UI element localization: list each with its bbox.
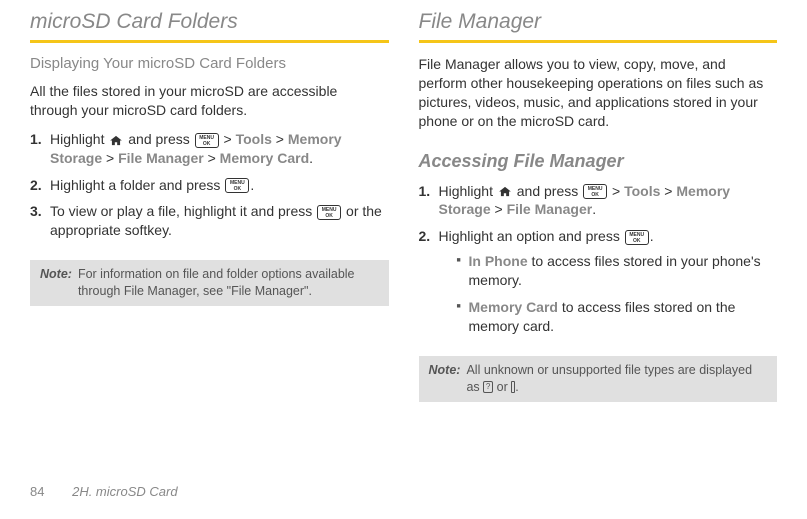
steps-list-left: 1. Highlight and press MENUOK > Tools > … [30, 130, 389, 248]
option-memory-card: Memory Card to access files stored on th… [457, 298, 778, 336]
step-text: > [664, 183, 676, 199]
footer-section: 2H. microSD Card [72, 484, 177, 499]
note-text: All unknown or unsupported file types ar… [466, 362, 767, 396]
note-label: Note: [40, 266, 78, 300]
step-text: . [309, 150, 313, 166]
menu-path-memory-card: Memory Card [220, 150, 309, 166]
divider-rule [30, 40, 389, 43]
right-column: File Manager File Manager allows you to … [419, 10, 778, 484]
menu-ok-icon: MENUOK [225, 178, 249, 193]
step-1: 1. Highlight and press MENUOK > Tools > … [435, 182, 778, 220]
unsupported-file-icon [511, 381, 515, 393]
step-text: Highlight an option and press [439, 228, 624, 244]
menu-ok-icon: MENUOK [625, 230, 649, 245]
page-number: 84 [30, 484, 44, 499]
intro-text: All the files stored in your microSD are… [30, 82, 389, 120]
section-title-microsd: microSD Card Folders [30, 10, 389, 34]
menu-ok-icon: MENUOK [195, 133, 219, 148]
step-1: 1. Highlight and press MENUOK > Tools > … [46, 130, 389, 168]
unknown-file-icon: ? [483, 381, 493, 393]
step-text: . [250, 177, 254, 193]
note-box: Note: For information on file and folder… [30, 260, 389, 306]
menu-ok-icon: MENUOK [583, 184, 607, 199]
divider-rule [419, 40, 778, 43]
note-box: Note: All unknown or unsupported file ty… [419, 356, 778, 402]
option-label: In Phone [469, 253, 528, 269]
note-label: Note: [429, 362, 467, 396]
step-text: and press [517, 183, 582, 199]
step-text: . [592, 201, 596, 217]
menu-ok-icon: MENUOK [317, 205, 341, 220]
step-text: > [495, 201, 507, 217]
step-text: > [224, 131, 236, 147]
step-text: To view or play a file, highlight it and… [50, 203, 316, 219]
step-text: Highlight [50, 131, 108, 147]
steps-list-right: 1. Highlight and press MENUOK > Tools > … [419, 182, 778, 344]
section-title-file-manager: File Manager [419, 10, 778, 34]
step-text: Highlight a folder and press [50, 177, 224, 193]
step-text: > [276, 131, 288, 147]
option-in-phone: In Phone to access files stored in your … [457, 252, 778, 290]
menu-path-file-manager: File Manager [118, 150, 204, 166]
step-text: . [650, 228, 654, 244]
step-text: and press [128, 131, 193, 147]
step-text: > [612, 183, 624, 199]
page-footer: 84 2H. microSD Card [30, 484, 777, 499]
step-text: Highlight [439, 183, 497, 199]
menu-path-tools: Tools [236, 131, 272, 147]
step-2: 2. Highlight an option and press MENUOK.… [435, 227, 778, 335]
menu-path-file-manager: File Manager [507, 201, 593, 217]
home-icon [109, 134, 123, 147]
step-text: > [106, 150, 118, 166]
step-3: 3. To view or play a file, highlight it … [46, 202, 389, 240]
subheading-accessing: Accessing File Manager [419, 151, 778, 172]
home-icon [498, 185, 512, 198]
intro-text: File Manager allows you to view, copy, m… [419, 55, 778, 131]
sub-options-list: In Phone to access files stored in your … [439, 252, 778, 336]
note-text: For information on file and folder optio… [78, 266, 379, 300]
step-text: > [208, 150, 220, 166]
left-column: microSD Card Folders Displaying Your mic… [30, 10, 389, 484]
option-label: Memory Card [469, 299, 558, 315]
menu-path-tools: Tools [624, 183, 660, 199]
step-2: 2. Highlight a folder and press MENUOK. [46, 176, 389, 195]
subheading-display-folders: Displaying Your microSD Card Folders [30, 55, 389, 72]
